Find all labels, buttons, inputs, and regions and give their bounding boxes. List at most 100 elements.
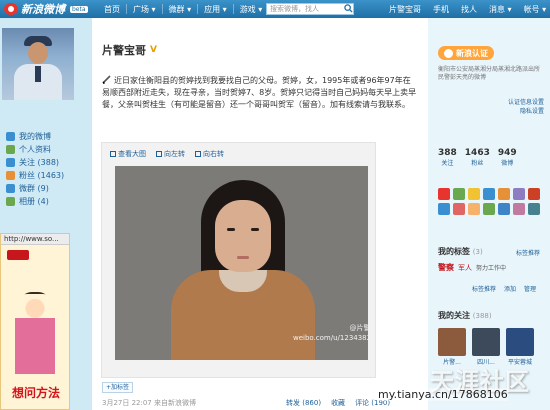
settings-links: 认证信息设置 隐私设置: [438, 98, 544, 116]
search-icon[interactable]: [344, 4, 353, 13]
tag-recommend-button[interactable]: 标签推荐: [472, 284, 496, 293]
stat-number: 388: [438, 148, 457, 158]
post-photo[interactable]: @片警宝哥 weibo.com/u/1234382901: [115, 166, 368, 360]
tag-soldier[interactable]: 军人: [458, 263, 472, 273]
tags-title: 我的标签: [438, 247, 470, 256]
favorite-button[interactable]: 收藏: [331, 398, 345, 408]
sidebar-item-groups[interactable]: 微群 (9): [6, 182, 90, 195]
nav-account[interactable]: 帐号 ▾: [518, 4, 550, 15]
verify-settings-link[interactable]: 认证信息设置: [438, 98, 544, 107]
tag-working-hard[interactable]: 努力工作中: [476, 263, 506, 272]
ad-url-bar: http://www.so...: [1, 234, 69, 245]
rotate-right-label: 向右转: [203, 150, 224, 158]
ad-logo: [7, 250, 29, 260]
app-icon[interactable]: [468, 188, 480, 200]
sidebar-item-fans[interactable]: 粉丝 (1463): [6, 169, 90, 182]
follows-title: 我的关注: [438, 311, 470, 320]
sidebar-item-profile[interactable]: 个人资料: [6, 143, 90, 156]
follow-avatar: [438, 328, 466, 356]
nav-games[interactable]: 游戏 ▾: [234, 4, 269, 15]
tags-count: (3): [472, 248, 483, 256]
add-tag-button[interactable]: +加标签: [102, 382, 134, 393]
follow-item[interactable]: 片警...: [438, 328, 466, 366]
view-large-button[interactable]: 查看大图: [110, 149, 146, 159]
app-icon[interactable]: [438, 203, 450, 215]
app-icon[interactable]: [498, 188, 510, 200]
nav-groups[interactable]: 微群 ▾: [163, 4, 198, 15]
rotate-left-label: 向左转: [164, 150, 185, 158]
nav-square[interactable]: 广场 ▾: [127, 4, 162, 15]
left-sidebar: 我的微博 个人资料 关注 (388) 粉丝 (1463) 微群 (9) 相册 (…: [0, 18, 92, 410]
rotate-right-button[interactable]: 向右转: [195, 149, 224, 159]
tag-manage-button[interactable]: 管理: [524, 284, 536, 293]
view-large-label: 查看大图: [118, 150, 146, 158]
nav-mobile[interactable]: 手机: [427, 4, 455, 15]
avatar-face: [28, 42, 48, 64]
rotate-right-icon: [195, 151, 201, 157]
stat-posts[interactable]: 949 微博: [498, 148, 517, 167]
stat-number: 949: [497, 148, 517, 158]
stat-label: 关注: [441, 160, 454, 167]
follow-avatar: [506, 328, 534, 356]
main-nav: 首页 广场 ▾ 微群 ▾ 应用 ▾ 游戏 ▾: [98, 0, 268, 18]
sidebar-item-album[interactable]: 相册 (4): [6, 195, 90, 208]
app-icon[interactable]: [453, 203, 465, 215]
follows-count: (388): [472, 312, 492, 320]
privacy-settings-link[interactable]: 隐私设置: [438, 107, 544, 116]
photo-watermark: @片警宝哥 weibo.com/u/1234382901: [293, 323, 368, 343]
sidebar-item-following[interactable]: 关注 (388): [6, 156, 90, 169]
app-icon[interactable]: [483, 203, 495, 215]
verify-label: 新浪认证: [456, 48, 488, 58]
app-icon[interactable]: [513, 203, 525, 215]
nav-home[interactable]: 首页: [98, 4, 126, 15]
nav-username[interactable]: 片警宝哥: [383, 4, 427, 15]
zoom-icon: [110, 151, 116, 157]
repost-button[interactable]: 转发 (860): [286, 398, 321, 408]
tag-add-button[interactable]: 添加: [504, 284, 516, 293]
nav-apps[interactable]: 应用 ▾: [198, 4, 233, 15]
post-photo-frame: 查看大图 向左转 向右转 @片警宝哥 weibo.com/u/123438290…: [101, 142, 376, 378]
post-meta: 3月27日 22:07 来自新浪微博: [102, 399, 196, 407]
app-icon[interactable]: [453, 188, 465, 200]
tianya-url: my.tianya.cn/17868106: [378, 388, 508, 401]
sidebar-item-label: 粉丝 (1463): [19, 171, 65, 180]
sidebar-item-my-weibo[interactable]: 我的微博: [6, 130, 90, 143]
sina-weibo-logo[interactable]: 新浪微博 beta: [4, 2, 88, 16]
app-icon[interactable]: [528, 203, 540, 215]
sidebar-item-label: 微群 (9): [19, 184, 49, 193]
app-icon[interactable]: [468, 203, 480, 215]
profile-header: 片警宝哥 V: [102, 42, 157, 58]
nav-messages[interactable]: 消息 ▾: [483, 4, 518, 15]
weibo-eye-icon: [4, 3, 18, 15]
post-actions: 转发 (860) 收藏 评论 (190): [286, 398, 390, 408]
app-icon[interactable]: [498, 203, 510, 215]
tag-police[interactable]: 警察: [438, 262, 454, 273]
stat-fans[interactable]: 1463 粉丝: [465, 148, 490, 167]
stat-following[interactable]: 388 关注: [438, 148, 457, 167]
follows-list: 片警... 四川... 平安蓉城: [438, 328, 534, 366]
photo-toolbar: 查看大图 向左转 向右转: [110, 149, 224, 159]
popup-ad[interactable]: http://www.so... 想问方法: [0, 233, 70, 410]
nav-find-people[interactable]: 找人: [455, 4, 483, 15]
photo-eye: [227, 228, 235, 231]
tag-actions: 标签推荐 添加 管理: [472, 284, 536, 293]
watermark-url: weibo.com/u/1234382901: [293, 334, 368, 342]
follow-item[interactable]: 平安蓉城: [506, 328, 534, 366]
rotate-left-button[interactable]: 向左转: [156, 149, 185, 159]
app-icon[interactable]: [513, 188, 525, 200]
app-icon[interactable]: [438, 188, 450, 200]
profile-avatar[interactable]: [2, 28, 74, 100]
right-sidebar: 新浪认证 衡阳市公安局蒸湘分局蒸湘北路派出所民警彭天亮的微博 认证信息设置 隐私…: [428, 18, 550, 410]
sina-verify-badge[interactable]: 新浪认证: [438, 46, 494, 60]
search-input[interactable]: 搜索微博，找人: [266, 3, 354, 15]
top-nav-bar: 新浪微博 beta 首页 广场 ▾ 微群 ▾ 应用 ▾ 游戏 ▾ 搜索微博，找人…: [0, 0, 550, 18]
follow-item[interactable]: 四川...: [472, 328, 500, 366]
sidebar-item-label: 我的微博: [19, 132, 51, 141]
app-icon[interactable]: [528, 188, 540, 200]
tags-recommend-link[interactable]: 标签推荐: [516, 248, 540, 257]
sidebar-menu: 我的微博 个人资料 关注 (388) 粉丝 (1463) 微群 (9) 相册 (…: [6, 130, 90, 208]
sidebar-item-label: 相册 (4): [19, 197, 49, 206]
follows-section-title: 我的关注 (388): [438, 310, 492, 321]
verified-icon[interactable]: V: [150, 45, 157, 55]
app-icon[interactable]: [483, 188, 495, 200]
